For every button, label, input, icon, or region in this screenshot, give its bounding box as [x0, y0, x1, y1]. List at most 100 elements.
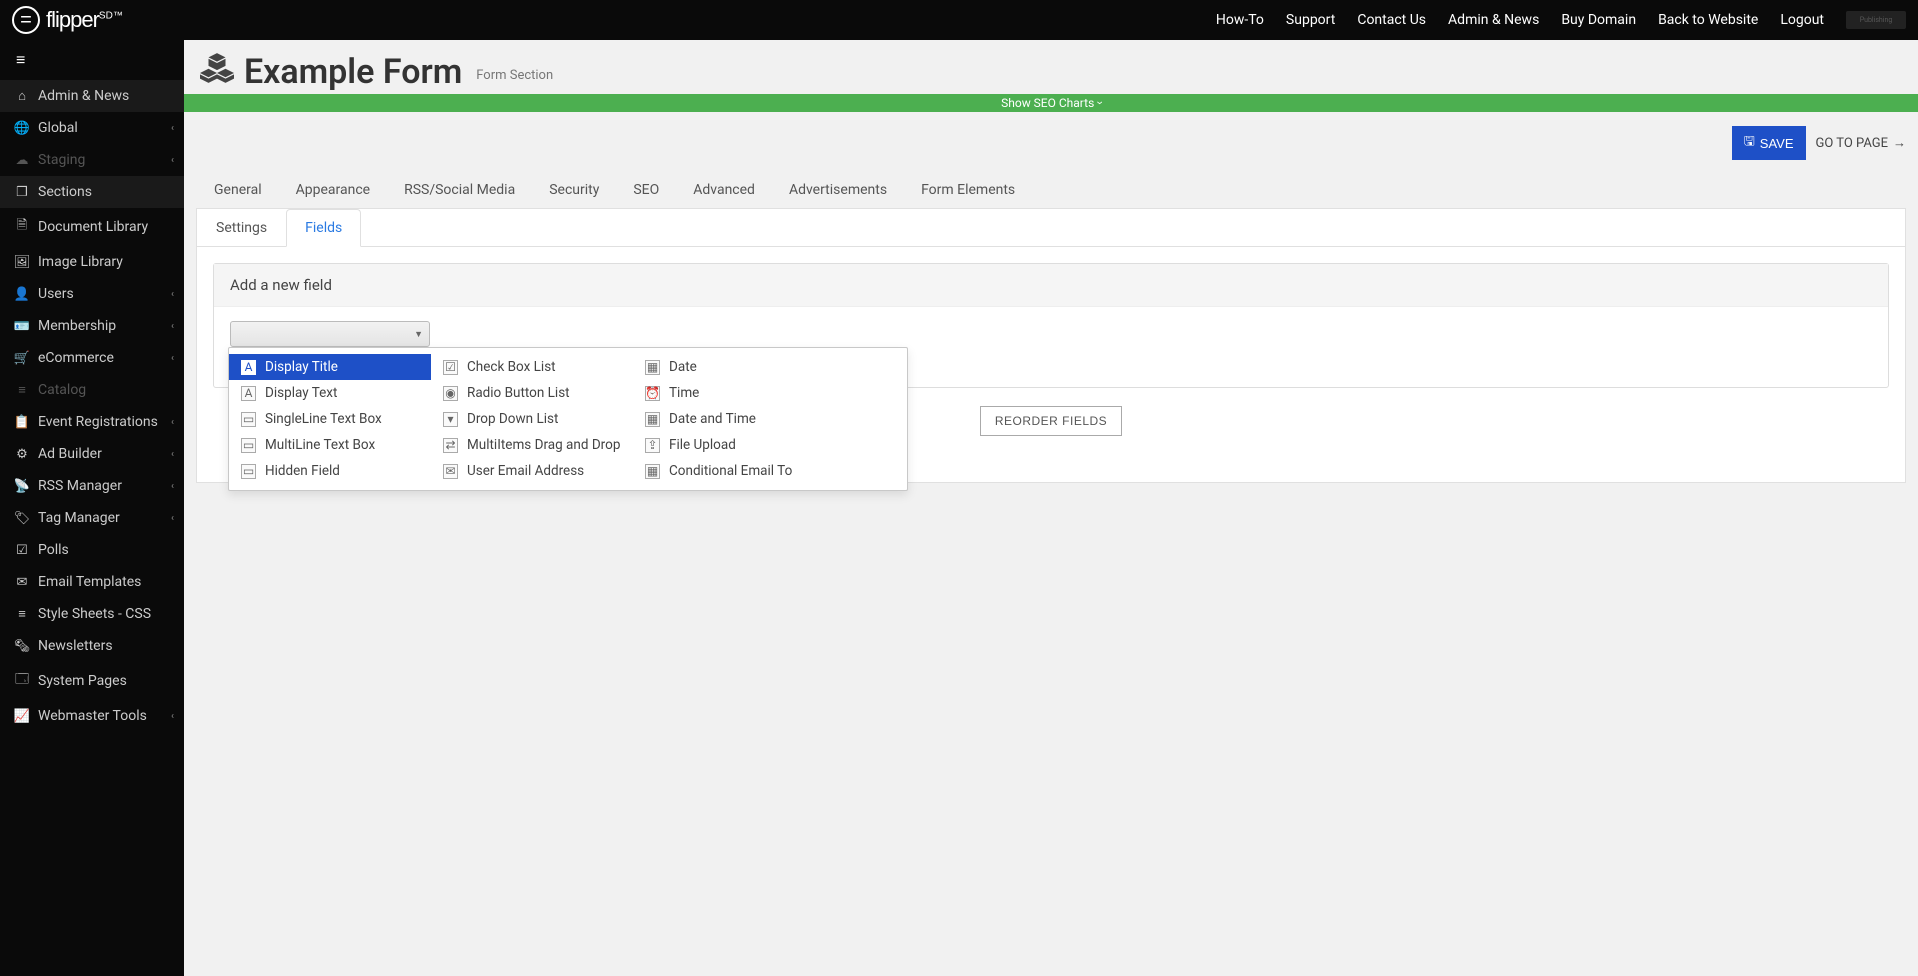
nav-logout[interactable]: Logout	[1780, 12, 1824, 28]
field-type-dropdown[interactable]: ▼	[230, 321, 430, 347]
seo-charts-bar[interactable]: Show SEO Charts	[184, 94, 1918, 112]
field-type-label: Display Text	[265, 385, 337, 401]
field-type-label: Check Box List	[467, 359, 556, 375]
field-type-icon: ▾	[443, 412, 458, 427]
tab-rss-social[interactable]: RSS/Social Media	[402, 174, 517, 208]
logo[interactable]: = flipperSD™	[12, 6, 123, 34]
sidebar-item-tag-manager[interactable]: 🏷Tag Manager‹	[0, 502, 184, 534]
user-icon: 👤	[14, 287, 30, 302]
sidebar-item-label: Image Library	[38, 254, 123, 270]
field-type-icon: ☑	[443, 360, 458, 375]
sidebar-item-label: Staging	[38, 152, 85, 168]
topbar: = flipperSD™ How-To Support Contact Us A…	[0, 0, 1918, 40]
reorder-fields-button[interactable]: REORDER FIELDS	[980, 406, 1122, 436]
sidebar-item-label: Email Templates	[38, 574, 141, 590]
field-type-dropdown-panel: ADisplay TitleADisplay Text▭SingleLine T…	[228, 347, 908, 491]
field-type-label: Time	[669, 385, 699, 401]
chevron-left-icon: ‹	[171, 289, 174, 300]
sidebar-item-membership[interactable]: 🪪Membership‹	[0, 310, 184, 342]
top-nav: How-To Support Contact Us Admin & News B…	[1216, 11, 1906, 29]
field-type-icon: A	[241, 360, 256, 375]
sidebar-item-label: Webmaster Tools	[38, 708, 147, 724]
tab-form-elements[interactable]: Form Elements	[919, 174, 1017, 208]
sidebar-item-event-registrations[interactable]: 📋Event Registrations‹	[0, 406, 184, 438]
add-field-header: Add a new field	[214, 264, 1888, 307]
sidebar-item-label: Admin & News	[38, 88, 129, 104]
sidebar-item-email-templates[interactable]: ✉Email Templates	[0, 566, 184, 598]
chevron-down-icon	[1097, 96, 1101, 110]
sidebar-item-newsletters[interactable]: 🗞Newsletters	[0, 630, 184, 662]
action-row: 🖫 SAVE GO TO PAGE →	[196, 122, 1906, 170]
cal-icon: 📋	[14, 415, 30, 430]
field-type-icon: ▦	[645, 360, 660, 375]
field-type-option-drop-down-list[interactable]: ▾Drop Down List	[431, 406, 633, 432]
tab-general[interactable]: General	[212, 174, 264, 208]
tab-advanced[interactable]: Advanced	[691, 174, 757, 208]
tab-advertisements[interactable]: Advertisements	[787, 174, 889, 208]
sidebar-item-admin-news[interactable]: ⌂ Admin & News	[0, 80, 184, 112]
nav-support[interactable]: Support	[1286, 12, 1335, 28]
field-type-option-radio-button-list[interactable]: ◉Radio Button List	[431, 380, 633, 406]
hamburger-toggle[interactable]: ≡	[0, 40, 184, 80]
tab-appearance[interactable]: Appearance	[294, 174, 372, 208]
sidebar-item-label: Sections	[38, 184, 92, 200]
field-type-option-user-email-address[interactable]: ✉User Email Address	[431, 458, 633, 484]
sidebar-item-sections[interactable]: ❒Sections	[0, 176, 184, 208]
field-type-label: SingleLine Text Box	[265, 411, 382, 427]
field-type-icon: A	[241, 386, 256, 401]
tab-seo[interactable]: SEO	[631, 174, 661, 208]
sidebar-item-system-pages[interactable]: 🗔System Pages	[0, 662, 184, 700]
nav-buy-domain[interactable]: Buy Domain	[1561, 12, 1636, 28]
field-type-option-conditional-email-to[interactable]: ▦Conditional Email To	[633, 458, 835, 484]
sidebar-item-staging: ☁Staging‹	[0, 144, 184, 176]
field-type-option-singleline-text-box[interactable]: ▭SingleLine Text Box	[229, 406, 431, 432]
nav-contact[interactable]: Contact Us	[1357, 12, 1426, 28]
sidebar-item-label: Membership	[38, 318, 116, 334]
field-type-option-date[interactable]: ▦Date	[633, 354, 835, 380]
field-type-option-multiitems-drag-and-drop[interactable]: ⇄MultiItems Drag and Drop	[431, 432, 633, 458]
cloud-icon: ☁	[14, 153, 30, 168]
save-button[interactable]: 🖫 SAVE	[1732, 126, 1806, 160]
nav-admin-news[interactable]: Admin & News	[1448, 12, 1539, 28]
field-type-label: Date and Time	[669, 411, 756, 427]
tabs: General Appearance RSS/Social Media Secu…	[196, 170, 1906, 209]
field-type-label: MultiItems Drag and Drop	[467, 437, 620, 453]
nav-back-to-website[interactable]: Back to Website	[1658, 12, 1758, 28]
field-type-option-file-upload[interactable]: ⇪File Upload	[633, 432, 835, 458]
field-type-option-check-box-list[interactable]: ☑ Check Box List	[431, 354, 633, 380]
sidebar-item-webmaster-tools[interactable]: 📈Webmaster Tools‹	[0, 700, 184, 732]
sidebar-item-rss-manager[interactable]: 📡RSS Manager‹	[0, 470, 184, 502]
go-to-page-button[interactable]: GO TO PAGE →	[1816, 129, 1907, 157]
subtab-settings[interactable]: Settings	[197, 209, 286, 247]
field-type-option-time[interactable]: ⏰ Time	[633, 380, 835, 406]
save-icon: 🖫	[1744, 132, 1755, 154]
sidebar-item-label: Ad Builder	[38, 446, 102, 462]
sidebar-item-ad-builder[interactable]: ⚙Ad Builder‹	[0, 438, 184, 470]
home-icon: ⌂	[14, 88, 30, 104]
nav-howto[interactable]: How-To	[1216, 12, 1264, 28]
sidebar-item-ecommerce[interactable]: 🛒eCommerce‹	[0, 342, 184, 374]
field-type-option-date-and-time[interactable]: ▦ Date and Time	[633, 406, 835, 432]
field-type-option-multiline-text-box[interactable]: ▭MultiLine Text Box	[229, 432, 431, 458]
tab-security[interactable]: Security	[547, 174, 601, 208]
sidebar-item-label: eCommerce	[38, 350, 114, 366]
sidebar-item-label: Users	[38, 286, 74, 302]
sidebar-item-document-library[interactable]: 🗎Document Library	[0, 208, 184, 246]
doc-icon: 🗎	[14, 216, 30, 238]
sidebar-item-polls[interactable]: ☑Polls	[0, 534, 184, 566]
sidebar-item-label: Event Registrations	[38, 414, 158, 430]
check-icon: ☑	[14, 543, 30, 558]
sidebar-item-users[interactable]: 👤 Users ‹	[0, 278, 184, 310]
sidebar-item-style-sheets-css[interactable]: ≡Style Sheets - CSS	[0, 598, 184, 630]
field-type-label: Radio Button List	[467, 385, 570, 401]
sidebar-item-global[interactable]: 🌐Global‹	[0, 112, 184, 144]
sidebar-item-image-library[interactable]: 🖼Image Library	[0, 246, 184, 278]
field-type-option-hidden-field[interactable]: ▭Hidden Field	[229, 458, 431, 484]
field-type-icon: ▦	[645, 412, 660, 427]
field-type-icon: ⏰	[645, 386, 660, 401]
subtab-fields[interactable]: Fields	[286, 209, 361, 247]
field-type-option-display-title[interactable]: ADisplay Title	[229, 354, 431, 380]
field-type-option-display-text[interactable]: A Display Text	[229, 380, 431, 406]
field-type-label: File Upload	[669, 437, 736, 453]
sidebar-item-label: Style Sheets - CSS	[38, 606, 151, 622]
